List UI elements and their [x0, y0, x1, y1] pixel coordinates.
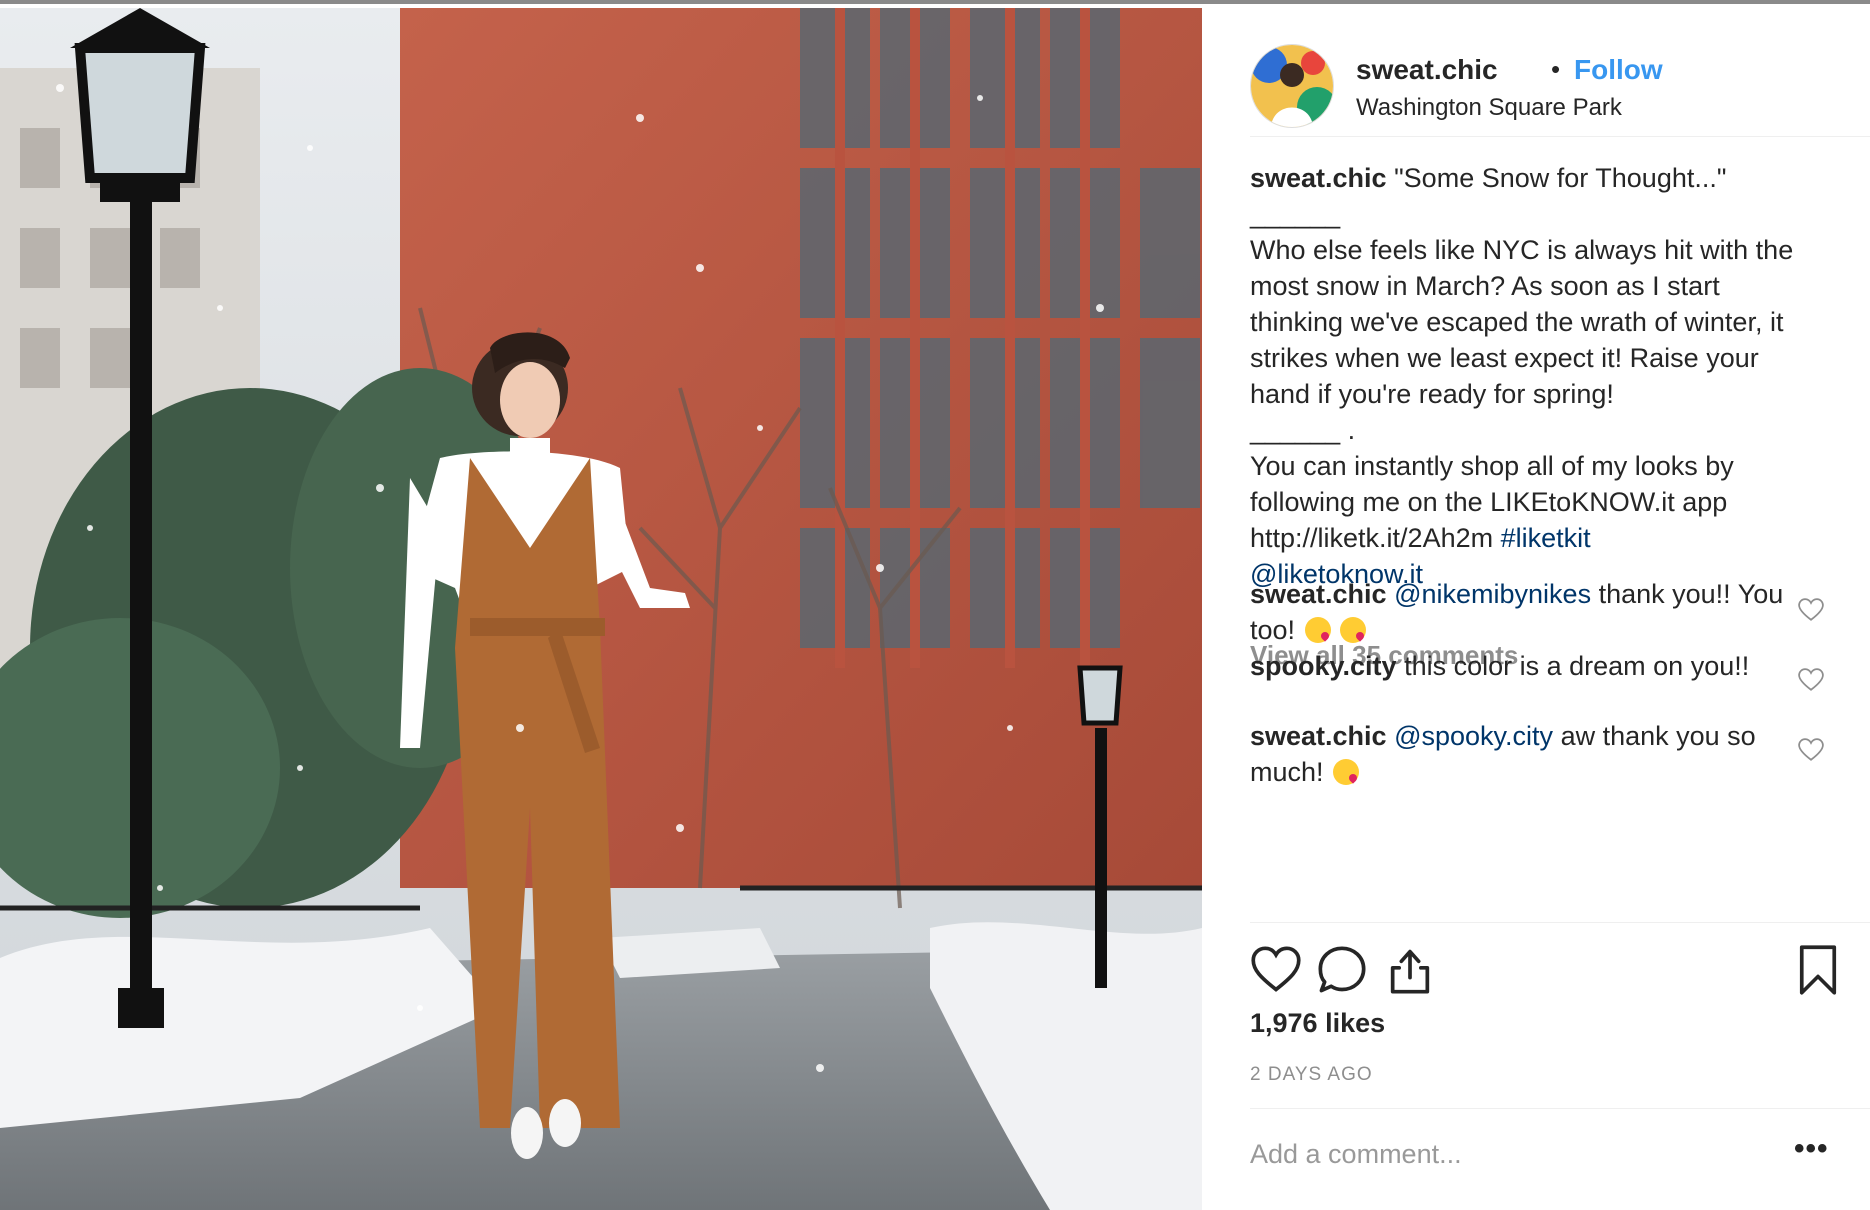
comment-item: sweat.chic @spooky.city aw thank you so …	[1250, 718, 1790, 790]
comments-divider	[1250, 922, 1870, 923]
caption-url[interactable]: http://liketk.it/2Ah2m	[1250, 523, 1493, 553]
more-options-icon[interactable]: •••	[1794, 1132, 1829, 1166]
comment-item: sweat.chic @nikemibynikes thank you!! Yo…	[1250, 576, 1790, 648]
save-bookmark-icon[interactable]	[1792, 944, 1844, 996]
avatar[interactable]	[1250, 44, 1334, 128]
comment-speech-bubble-icon[interactable]	[1316, 944, 1368, 996]
comment-mention[interactable]: @nikemibynikes	[1394, 579, 1591, 609]
header-divider	[1250, 136, 1870, 137]
kissing-face-emoji-icon	[1333, 759, 1360, 785]
avatar-image	[1251, 45, 1333, 127]
comment-like-heart-icon[interactable]	[1798, 738, 1824, 762]
snowy-park-photo	[0, 8, 1202, 1210]
kissing-face-emoji-icon	[1304, 617, 1331, 643]
action-bar	[1250, 944, 1837, 1000]
post-sidebar: sweat.chic • Follow Washington Square Pa…	[1202, 8, 1870, 1210]
comment-text: this color is a dream on you!!	[1404, 651, 1750, 681]
share-icon[interactable]	[1384, 944, 1436, 996]
comment-username[interactable]: sweat.chic	[1250, 721, 1387, 751]
comment-like-heart-icon[interactable]	[1798, 598, 1824, 622]
separator-dot: •	[1551, 54, 1561, 84]
comment-mention[interactable]: @spooky.city	[1394, 721, 1553, 751]
comment-username[interactable]: spooky.city	[1250, 651, 1397, 681]
comment-like-heart-icon[interactable]	[1798, 668, 1824, 692]
caption-rule: ______	[1250, 199, 1341, 229]
post-header: sweat.chic • Follow Washington Square Pa…	[1250, 44, 1824, 164]
like-heart-icon[interactable]	[1250, 944, 1302, 996]
caption-rule: ______ .	[1250, 415, 1356, 445]
caption-username[interactable]: sweat.chic	[1250, 163, 1387, 193]
add-comment-input[interactable]	[1250, 1132, 1750, 1176]
post-photo[interactable]	[0, 8, 1202, 1210]
caption-shop-text: You can instantly shop all of my looks b…	[1250, 451, 1734, 517]
location-link[interactable]: Washington Square Park	[1356, 94, 1622, 122]
comment-item: spooky.city this color is a dream on you…	[1250, 648, 1790, 684]
caption-body: Who else feels like NYC is always hit wi…	[1250, 235, 1794, 409]
likes-count[interactable]: 1,976 likes	[1250, 1008, 1385, 1039]
timestamp-divider	[1250, 1108, 1870, 1109]
kissing-face-emoji-icon	[1340, 617, 1367, 643]
post-caption: sweat.chic "Some Snow for Thought..." __…	[1250, 160, 1810, 592]
caption-title: "Some Snow for Thought..."	[1394, 163, 1727, 193]
post-timestamp[interactable]: 2 DAYS AGO	[1250, 1064, 1373, 1086]
caption-hashtag[interactable]: #liketkit	[1501, 523, 1591, 553]
post-window: sweat.chic • Follow Washington Square Pa…	[0, 0, 1870, 1210]
post-author-username[interactable]: sweat.chic	[1356, 54, 1498, 86]
comment-username[interactable]: sweat.chic	[1250, 579, 1387, 609]
follow-button[interactable]: Follow	[1574, 54, 1663, 86]
